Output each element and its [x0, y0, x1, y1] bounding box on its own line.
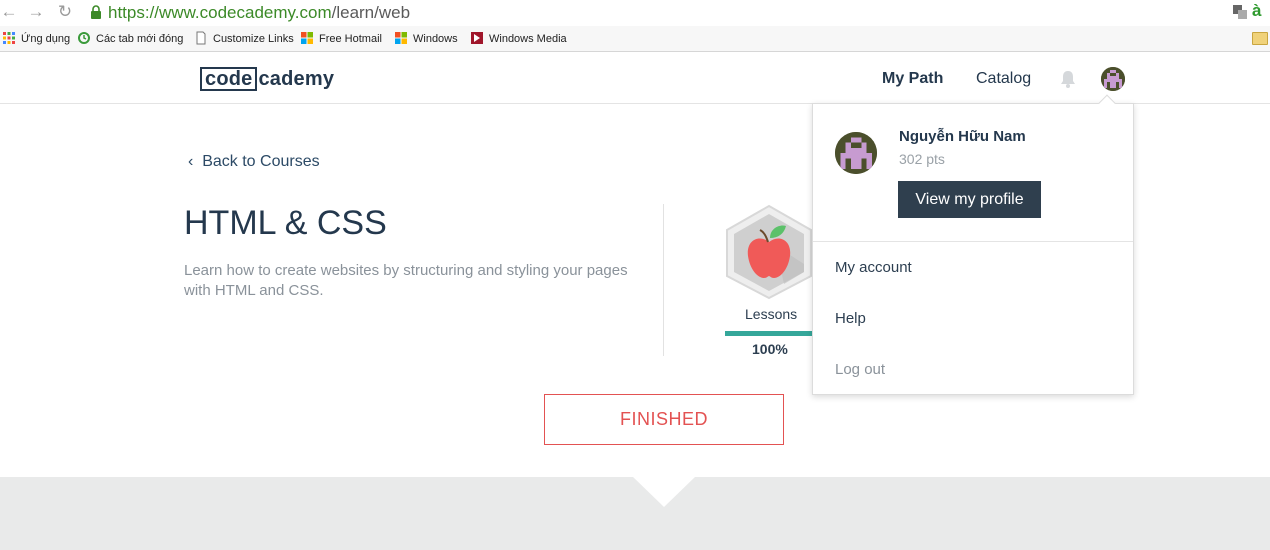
- finished-status-button[interactable]: FINISHED: [544, 394, 784, 445]
- lessons-progress-percent: 100%: [752, 341, 788, 357]
- view-profile-button[interactable]: View my profile: [898, 181, 1041, 218]
- user-dropdown-menu: Nguyễn Hữu Nam 302 pts View my profile M…: [812, 94, 1134, 395]
- windows-logo-icon: [301, 32, 313, 44]
- reload-icon[interactable]: ↻: [56, 3, 74, 21]
- bookmark-customize-links[interactable]: Customize Links: [194, 31, 294, 47]
- bookmark-windows[interactable]: Windows: [394, 31, 458, 47]
- recent-tabs-icon: [78, 32, 90, 44]
- logo-box-text: code: [200, 67, 258, 91]
- course-description: Learn how to create websites by structur…: [184, 262, 628, 299]
- user-avatar: [835, 132, 877, 174]
- bookmark-label: Free Hotmail: [319, 33, 382, 45]
- vietnamese-input-icon[interactable]: à: [1252, 1, 1261, 21]
- course-title: HTML & CSS: [184, 204, 387, 242]
- bookmarks-bar: Ứng dụng Các tab mới đóng Customize Link…: [0, 26, 1270, 52]
- back-to-courses-label: Back to Courses: [202, 153, 320, 170]
- user-avatar-button[interactable]: [1101, 67, 1125, 91]
- lessons-label: Lessons: [745, 306, 798, 322]
- bookmark-label: Windows: [413, 33, 458, 45]
- url-text: https://www.codecademy.com/learn/web: [108, 3, 410, 23]
- browser-toolbar: ← → ↻ https://www.codecademy.com/learn/w…: [0, 0, 1270, 26]
- menu-item-help[interactable]: Help: [835, 310, 866, 327]
- section-notch: [632, 476, 696, 507]
- pixel-avatar-icon: [835, 132, 877, 174]
- menu-item-my-account[interactable]: My account: [835, 259, 912, 276]
- bookmark-label: Các tab mới đóng: [96, 33, 184, 45]
- page-icon: [196, 31, 206, 45]
- site-header: code cademy My Path Catalog: [0, 53, 1270, 104]
- logo-tail-text: cademy: [258, 68, 335, 90]
- vertical-divider: [663, 204, 664, 356]
- back-to-courses-link[interactable]: ‹ Back to Courses: [188, 153, 320, 171]
- user-name: Nguyễn Hữu Nam: [899, 128, 1026, 145]
- nav-my-path[interactable]: My Path: [882, 70, 943, 88]
- apple-badge-icon: [726, 204, 812, 300]
- bookmark-free-hotmail[interactable]: Free Hotmail: [300, 31, 382, 47]
- windows-logo-icon: [395, 32, 407, 44]
- pixel-avatar-icon: [1101, 67, 1125, 91]
- user-points: 302 pts: [899, 151, 945, 167]
- url-host: https://www.codecademy.com: [108, 3, 332, 22]
- other-bookmarks-folder-icon[interactable]: [1252, 32, 1268, 45]
- lock-icon: [91, 5, 101, 19]
- url-path: /learn/web: [331, 3, 411, 22]
- bookmark-recent-tabs[interactable]: Các tab mới đóng: [77, 31, 183, 47]
- translate-icon[interactable]: [1232, 4, 1248, 20]
- bookmark-label: Customize Links: [213, 33, 294, 45]
- bookmark-label: Ứng dụng: [21, 33, 71, 45]
- bookmark-apps[interactable]: Ứng dụng: [2, 31, 70, 47]
- lessons-progress-bar: [725, 331, 815, 336]
- bell-icon[interactable]: [1059, 69, 1077, 89]
- menu-item-log-out[interactable]: Log out: [835, 361, 885, 378]
- codecademy-logo[interactable]: code cademy: [200, 67, 334, 91]
- nav-catalog[interactable]: Catalog: [976, 70, 1031, 88]
- address-bar[interactable]: https://www.codecademy.com/learn/web: [86, 1, 1226, 24]
- forward-arrow-icon[interactable]: →: [27, 3, 45, 21]
- bookmark-label: Windows Media: [489, 33, 567, 45]
- bookmark-windows-media[interactable]: Windows Media: [470, 31, 567, 47]
- windows-media-icon: [471, 32, 483, 44]
- apps-grid-icon: [3, 32, 15, 44]
- dropdown-divider: [813, 241, 1133, 242]
- back-arrow-icon[interactable]: ←: [0, 3, 18, 21]
